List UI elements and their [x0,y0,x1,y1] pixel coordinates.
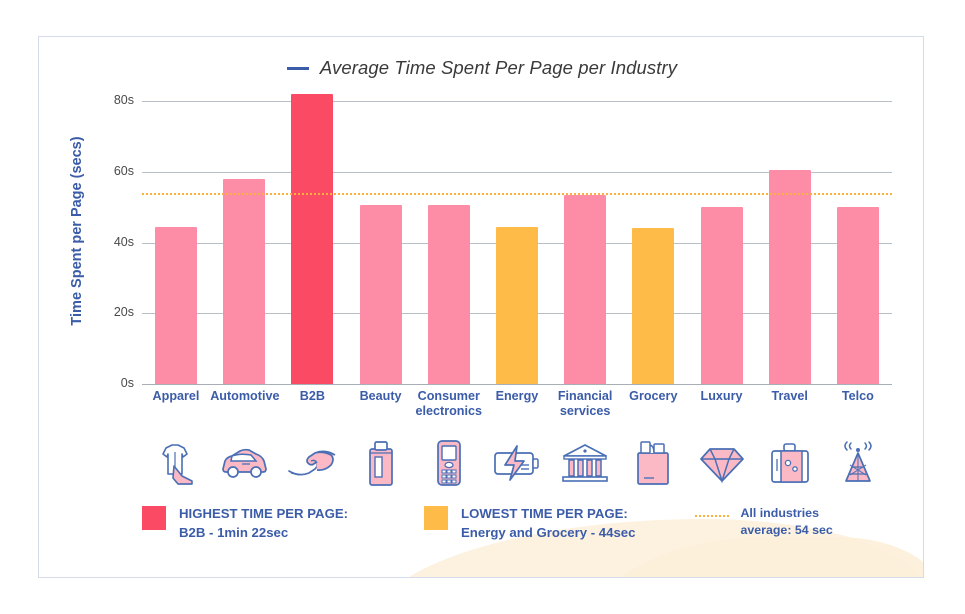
beauty-icon [347,435,415,491]
x-tick-label: Luxury [700,389,743,403]
apparel-icon [142,435,210,491]
x-axis-labels: Apparel Automotive B2B Beauty Consumer elect… [142,389,892,419]
bar-apparel[interactable] [155,226,197,384]
bar-series [142,93,892,384]
bar-beauty[interactable] [359,205,402,384]
bar-telco[interactable] [836,207,879,384]
chart-legend: HIGHEST TIME PER PAGE: B2B - 1min 22sec … [142,505,902,542]
bar-column[interactable] [210,101,278,384]
luxury-icon [688,435,756,491]
x-tick-label: Beauty [359,389,402,403]
legend-average-line2: average: 54 sec [740,522,833,537]
x-tick-label: Consumer electronics [415,389,483,418]
bar-column[interactable] [756,101,824,384]
bar-column[interactable] [551,101,619,384]
bar-b2b[interactable] [291,93,334,384]
bar-column[interactable] [347,101,415,384]
consumer-electronics-icon [415,435,483,491]
chart-title-row: Average Time Spent Per Page per Industry [39,57,923,79]
dotted-line-icon [695,515,730,517]
legend-average: All industries average: 54 sec [695,505,833,539]
bar-column[interactable] [483,101,551,384]
plot-wrapper: Time Spent per Page (secs) 0s 20s 40s 60s 80… [39,37,923,577]
x-tick-label: Financial services [557,389,613,418]
x-tick-label: Apparel [152,389,200,403]
legend-highest: HIGHEST TIME PER PAGE: B2B - 1min 22sec [142,505,348,542]
telco-icon [824,435,892,491]
bar-luxury[interactable] [700,207,743,384]
x-tick-label: B2B [299,389,325,403]
y-tick-label: 80s [113,93,134,107]
x-tick-label: Travel [771,389,808,403]
x-tick-label: Grocery [629,389,678,403]
grocery-icon [619,435,687,491]
x-tick-label: Automotive [210,389,280,403]
bar-column[interactable] [824,101,892,384]
legend-lowest-text: LOWEST TIME PER PAGE: Energy and Grocery… [461,505,635,542]
legend-lowest-line2: Energy and Grocery - 44sec [461,524,636,540]
legend-average-text: All industries average: 54 sec [740,505,832,539]
y-tick-label: 60s [113,163,134,178]
energy-icon [483,435,551,491]
bar-consumer-electronics[interactable] [427,205,470,384]
bar-column[interactable] [415,101,483,384]
x-tick-label: Energy [495,389,539,403]
bar-grocery[interactable] [632,228,675,384]
automotive-icon [210,435,278,491]
plot-area: 0s 20s 40s 60s 80s [114,93,892,390]
average-line [142,192,892,195]
legend-average-line1: All industries [740,506,819,520]
bar-column[interactable] [142,101,210,384]
x-tick-label: Telco [841,389,874,403]
legend-lowest-swatch [424,506,449,530]
bar-column[interactable] [688,101,756,384]
legend-line-icon [286,66,309,70]
chart-screenshot: Average Time Spent Per Page per Industry… [0,0,965,614]
legend-highest-line2: B2B - 1min 22sec [179,524,289,540]
bar-column[interactable] [619,101,687,384]
legend-highest-text: HIGHEST TIME PER PAGE: B2B - 1min 22sec [179,505,348,542]
travel-icon [756,435,824,491]
legend-highest-line1: HIGHEST TIME PER PAGE: [179,506,349,521]
bar-financial-services[interactable] [564,194,607,384]
legend-lowest-line1: LOWEST TIME PER PAGE: [461,506,628,521]
bar-travel[interactable] [768,169,811,384]
financial-services-icon [551,435,619,491]
y-tick-label: 40s [113,234,134,249]
bar-column[interactable] [278,93,346,384]
chart-card: Average Time Spent Per Page per Industry… [38,36,924,578]
page-title: Average Time Spent Per Page per Industry [319,57,678,78]
legend-lowest: LOWEST TIME PER PAGE: Energy and Grocery… [424,505,635,542]
gridline-0 [142,384,892,385]
b2b-handshake-icon [278,435,346,491]
bar-energy[interactable] [495,226,538,384]
y-tick-label: 20s [113,305,134,320]
legend-highest-swatch [142,506,166,530]
y-tick-label: 0s [120,376,134,390]
bar-automotive[interactable] [223,178,266,384]
industry-icon-row [142,435,892,491]
y-axis-label: Time Spent per Page (secs) [69,136,85,326]
